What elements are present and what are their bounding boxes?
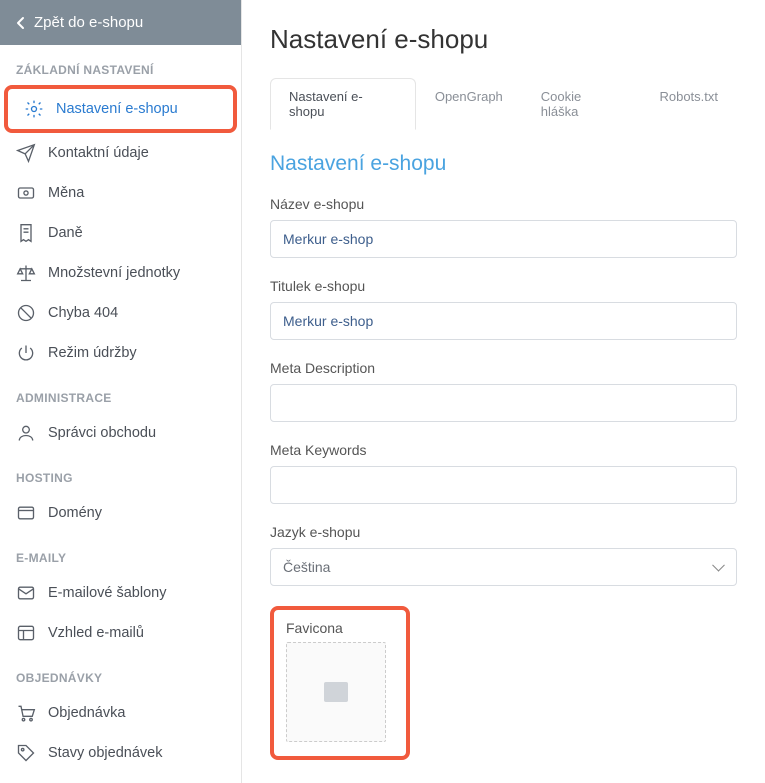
- shop-name-label: Název e-shopu: [270, 196, 737, 212]
- back-label: Zpět do e-shopu: [34, 14, 143, 31]
- sidebar-item-label: Vzhled e-mailů: [48, 625, 144, 641]
- receipt-icon: [16, 223, 36, 243]
- sidebar-section-title: ADMINISTRACE: [0, 373, 241, 413]
- meta-keywords-input[interactable]: [270, 466, 737, 504]
- currency-icon: [16, 183, 36, 203]
- forbidden-icon: [16, 303, 36, 323]
- chevron-left-icon: [16, 16, 26, 30]
- sidebar-section-title: OBJEDNÁVKY: [0, 653, 241, 693]
- sidebar-section-title: HOSTING: [0, 453, 241, 493]
- sidebar-item-label: Domény: [48, 505, 102, 521]
- field-shop-language: Jazyk e-shopu Čeština: [270, 524, 737, 586]
- tab-opengraph[interactable]: OpenGraph: [416, 78, 522, 130]
- back-to-shop-button[interactable]: Zpět do e-shopu: [0, 0, 241, 45]
- field-meta-keywords: Meta Keywords: [270, 442, 737, 504]
- plane-icon: [16, 143, 36, 163]
- tab-robots-txt[interactable]: Robots.txt: [640, 78, 737, 130]
- sidebar: Zpět do e-shopu ZÁKLADNÍ NASTAVENÍ Nastav…: [0, 0, 242, 783]
- gear-icon: [24, 99, 44, 119]
- shop-language-select[interactable]: Čeština: [270, 548, 737, 586]
- shop-title-label: Titulek e-shopu: [270, 278, 737, 294]
- sidebar-item-doklady[interactable]: Doklady: [0, 773, 241, 783]
- sidebar-item-label: Režim údržby: [48, 345, 137, 361]
- tab-nastaven-e-shopu[interactable]: Nastavení e-shopu: [270, 78, 416, 130]
- sidebar-item-vzhled-e-mail-[interactable]: Vzhled e-mailů: [0, 613, 241, 653]
- sidebar-item-mno-stevn-jednotky[interactable]: Množstevní jednotky: [0, 253, 241, 293]
- main-content: Nastavení e-shopu Nastavení e-shopuOpenG…: [242, 0, 765, 783]
- scale-icon: [16, 263, 36, 283]
- sidebar-item-label: Měna: [48, 185, 84, 201]
- section-heading: Nastavení e-shopu: [270, 152, 737, 176]
- shop-language-label: Jazyk e-shopu: [270, 524, 737, 540]
- sidebar-item-dom-ny[interactable]: Domény: [0, 493, 241, 533]
- favicon-highlight-box: Favicona: [270, 606, 410, 760]
- favicon-upload-zone[interactable]: [286, 642, 386, 742]
- sidebar-section-title: ZÁKLADNÍ NASTAVENÍ: [0, 45, 241, 85]
- sidebar-item-dan-[interactable]: Daně: [0, 213, 241, 253]
- user-icon: [16, 423, 36, 443]
- sidebar-section-title: E-MAILY: [0, 533, 241, 573]
- sidebar-item-label: Kontaktní údaje: [48, 145, 149, 161]
- sidebar-highlight-box: Nastavení e-shopu: [4, 85, 237, 133]
- sidebar-item-label: Množstevní jednotky: [48, 265, 180, 281]
- sidebar-item-label: Daně: [48, 225, 83, 241]
- field-meta-description: Meta Description: [270, 360, 737, 422]
- field-favicon: Favicona: [270, 606, 737, 760]
- sidebar-item-label: E-mailové šablony: [48, 585, 166, 601]
- meta-keywords-label: Meta Keywords: [270, 442, 737, 458]
- field-shop-title: Titulek e-shopu: [270, 278, 737, 340]
- cart-icon: [16, 703, 36, 723]
- sidebar-item-stavy-objedn-vek[interactable]: Stavy objednávek: [0, 733, 241, 773]
- sidebar-item-kontaktn-daje[interactable]: Kontaktní údaje: [0, 133, 241, 173]
- favicon-label: Favicona: [286, 620, 394, 636]
- sidebar-item-re-im-dr-by[interactable]: Režim údržby: [0, 333, 241, 373]
- sidebar-item-spr-vci-obchodu[interactable]: Správci obchodu: [0, 413, 241, 453]
- tabs: Nastavení e-shopuOpenGraphCookie hláškaR…: [270, 77, 737, 130]
- tab-cookie-hl-ka[interactable]: Cookie hláška: [522, 78, 641, 130]
- power-icon: [16, 343, 36, 363]
- shop-name-input[interactable]: [270, 220, 737, 258]
- sidebar-item-label: Chyba 404: [48, 305, 118, 321]
- sidebar-item-label: Stavy objednávek: [48, 745, 162, 761]
- sidebar-item-label: Nastavení e-shopu: [56, 101, 178, 117]
- page-title: Nastavení e-shopu: [270, 24, 737, 55]
- sidebar-item-chyba-404[interactable]: Chyba 404: [0, 293, 241, 333]
- shop-language-select-wrap: Čeština: [270, 548, 737, 586]
- image-placeholder-icon: [323, 681, 349, 703]
- domain-icon: [16, 503, 36, 523]
- sidebar-item-e-mailov-ablony[interactable]: E-mailové šablony: [0, 573, 241, 613]
- sidebar-item-nastaven-e-shopu[interactable]: Nastavení e-shopu: [8, 89, 233, 129]
- layout-icon: [16, 623, 36, 643]
- sidebar-item-label: Objednávka: [48, 705, 125, 721]
- meta-description-input[interactable]: [270, 384, 737, 422]
- shop-title-input[interactable]: [270, 302, 737, 340]
- sidebar-item-m-na[interactable]: Měna: [0, 173, 241, 213]
- meta-description-label: Meta Description: [270, 360, 737, 376]
- sidebar-item-objedn-vka[interactable]: Objednávka: [0, 693, 241, 733]
- envelope-icon: [16, 583, 36, 603]
- tag-icon: [16, 743, 36, 763]
- sidebar-item-label: Správci obchodu: [48, 425, 156, 441]
- field-shop-name: Název e-shopu: [270, 196, 737, 258]
